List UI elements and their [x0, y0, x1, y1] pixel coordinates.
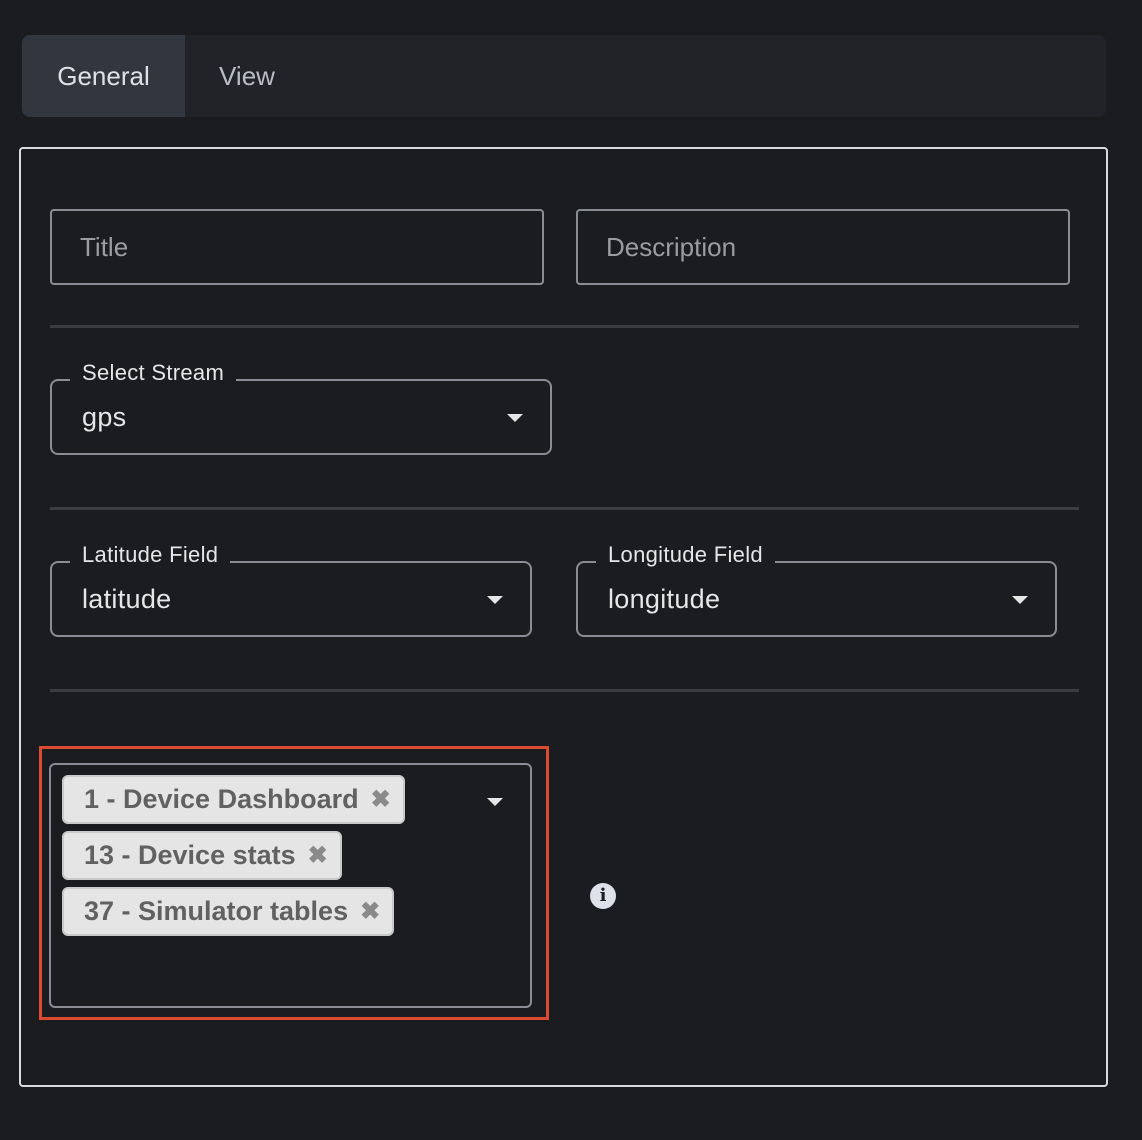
tab-general[interactable]: General [22, 35, 185, 117]
description-input[interactable] [576, 209, 1070, 285]
dashboard-chip: 13 - Device stats ✖ [62, 831, 342, 880]
latitude-value: latitude [82, 584, 172, 614]
remove-icon[interactable]: ✖ [308, 841, 328, 870]
longitude-select[interactable]: Longitude Field longitude [576, 540, 1057, 637]
general-panel: Select Stream gps Latitude Field latitud… [19, 147, 1108, 1087]
chevron-down-icon [507, 414, 523, 422]
tab-view[interactable]: View [185, 35, 309, 117]
dashboard-chip: 1 - Device Dashboard ✖ [62, 775, 405, 824]
divider [50, 325, 1079, 328]
info-icon[interactable]: i [590, 883, 616, 909]
longitude-value: longitude [608, 584, 721, 614]
divider [50, 689, 1079, 692]
chip-label: 37 - Simulator tables [84, 896, 349, 926]
tab-bar: General View [22, 35, 1106, 117]
chip-label: 13 - Device stats [84, 840, 296, 870]
chevron-down-icon[interactable] [487, 798, 503, 806]
dashboard-chip: 37 - Simulator tables ✖ [62, 887, 395, 936]
dashboard-multiselect[interactable]: 1 - Device Dashboard ✖ 13 - Device stats… [49, 763, 532, 1008]
title-input[interactable] [50, 209, 544, 285]
remove-icon[interactable]: ✖ [371, 785, 391, 814]
stream-select[interactable]: Select Stream gps [50, 358, 552, 455]
latitude-select[interactable]: Latitude Field latitude [50, 540, 532, 637]
stream-value: gps [82, 402, 127, 432]
chip-label: 1 - Device Dashboard [84, 784, 359, 814]
chevron-down-icon [487, 596, 503, 604]
divider [50, 507, 1079, 510]
chevron-down-icon [1012, 596, 1028, 604]
remove-icon[interactable]: ✖ [360, 897, 380, 926]
